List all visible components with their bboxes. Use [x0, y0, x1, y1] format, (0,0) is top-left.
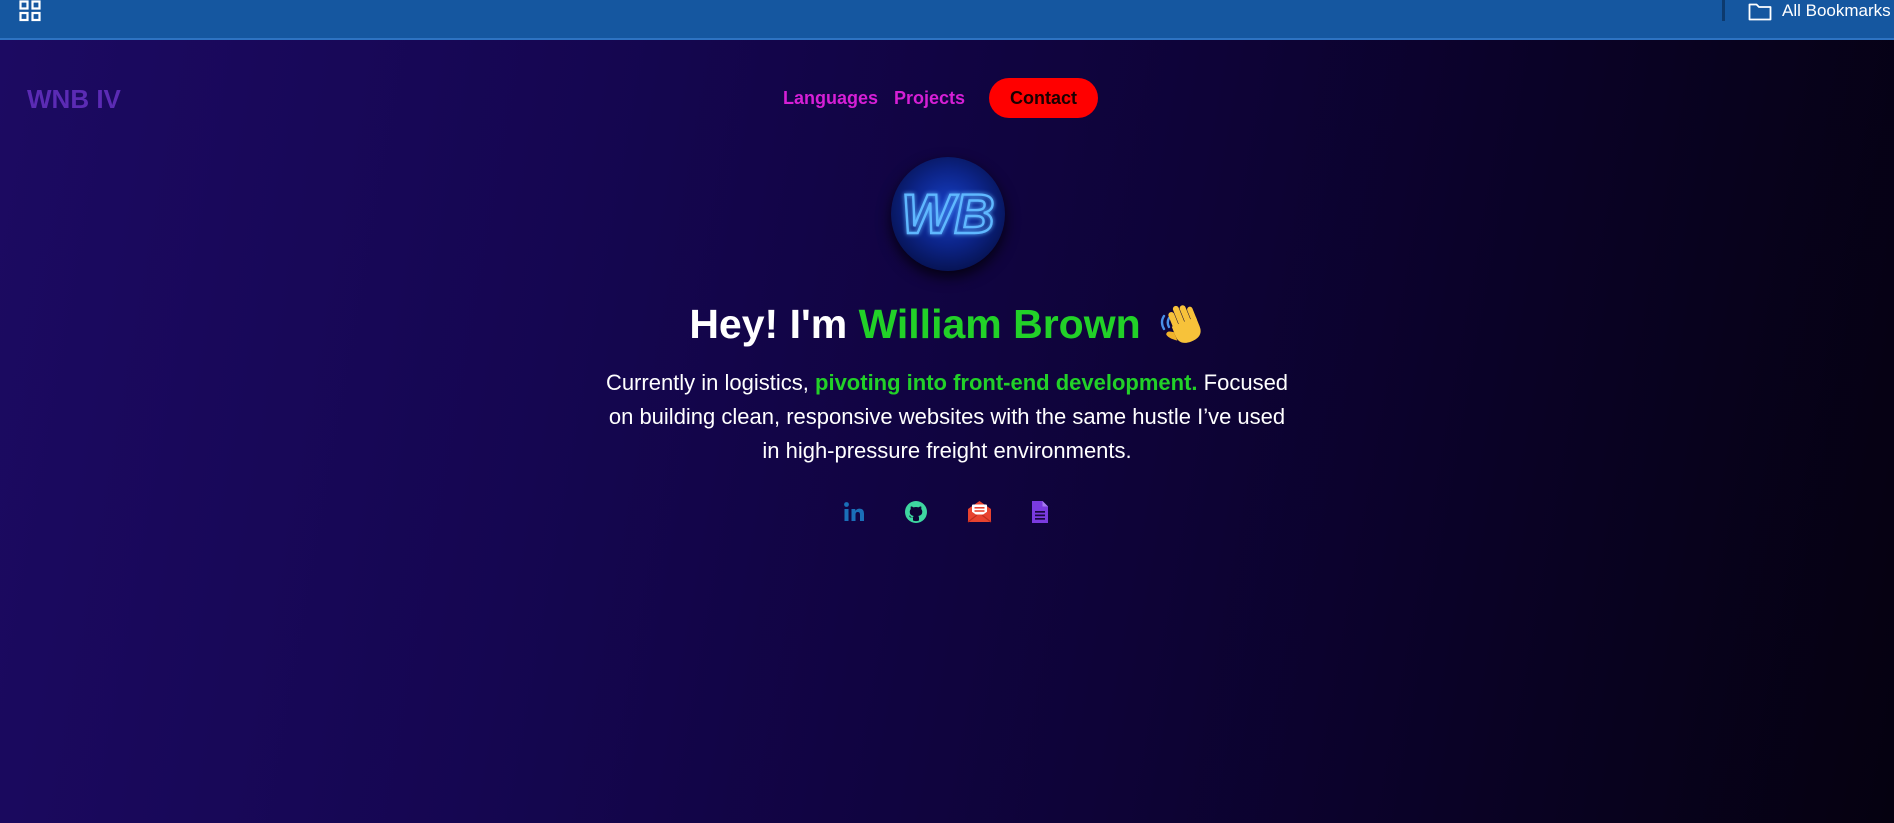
avatar-monogram: WB [901, 182, 994, 245]
description-text-start: Currently in logistics, [605, 370, 816, 395]
nav-languages-link[interactable]: Languages [783, 86, 878, 110]
site-logo[interactable]: WNB IV [27, 82, 121, 116]
greeting-text: Hey! I'm [689, 301, 859, 347]
apps-grid-icon[interactable] [19, 0, 42, 22]
document-icon [1032, 501, 1048, 523]
github-link[interactable] [900, 494, 932, 530]
all-bookmarks-label: All Bookmarks [1782, 1, 1891, 20]
hero-description: Currently in logistics, pivoting into fr… [602, 366, 1292, 468]
toolbar-divider [1722, 0, 1725, 21]
resume-link[interactable] [1024, 494, 1056, 530]
bookmarks-bar: All Bookmarks [0, 0, 1894, 40]
github-icon [905, 501, 927, 523]
social-links [838, 494, 1068, 534]
email-link[interactable] [963, 494, 995, 530]
hero-name: William Brown [858, 301, 1141, 347]
description-highlight: pivoting into front-end development. [815, 370, 1198, 395]
nav-projects-link[interactable]: Projects [894, 86, 965, 110]
hero-headline: Hey! I'm William Brown [0, 296, 1894, 352]
contact-button-label: Contact [1010, 87, 1077, 108]
envelope-icon [967, 501, 991, 523]
avatar: WB [891, 157, 1005, 271]
waving-hand-icon [1159, 300, 1205, 346]
contact-button[interactable]: Contact [989, 78, 1098, 118]
linkedin-link[interactable] [838, 494, 870, 530]
all-bookmarks-folder[interactable]: All Bookmarks [1748, 0, 1891, 22]
linkedin-icon [844, 502, 864, 521]
folder-icon [1748, 3, 1772, 21]
